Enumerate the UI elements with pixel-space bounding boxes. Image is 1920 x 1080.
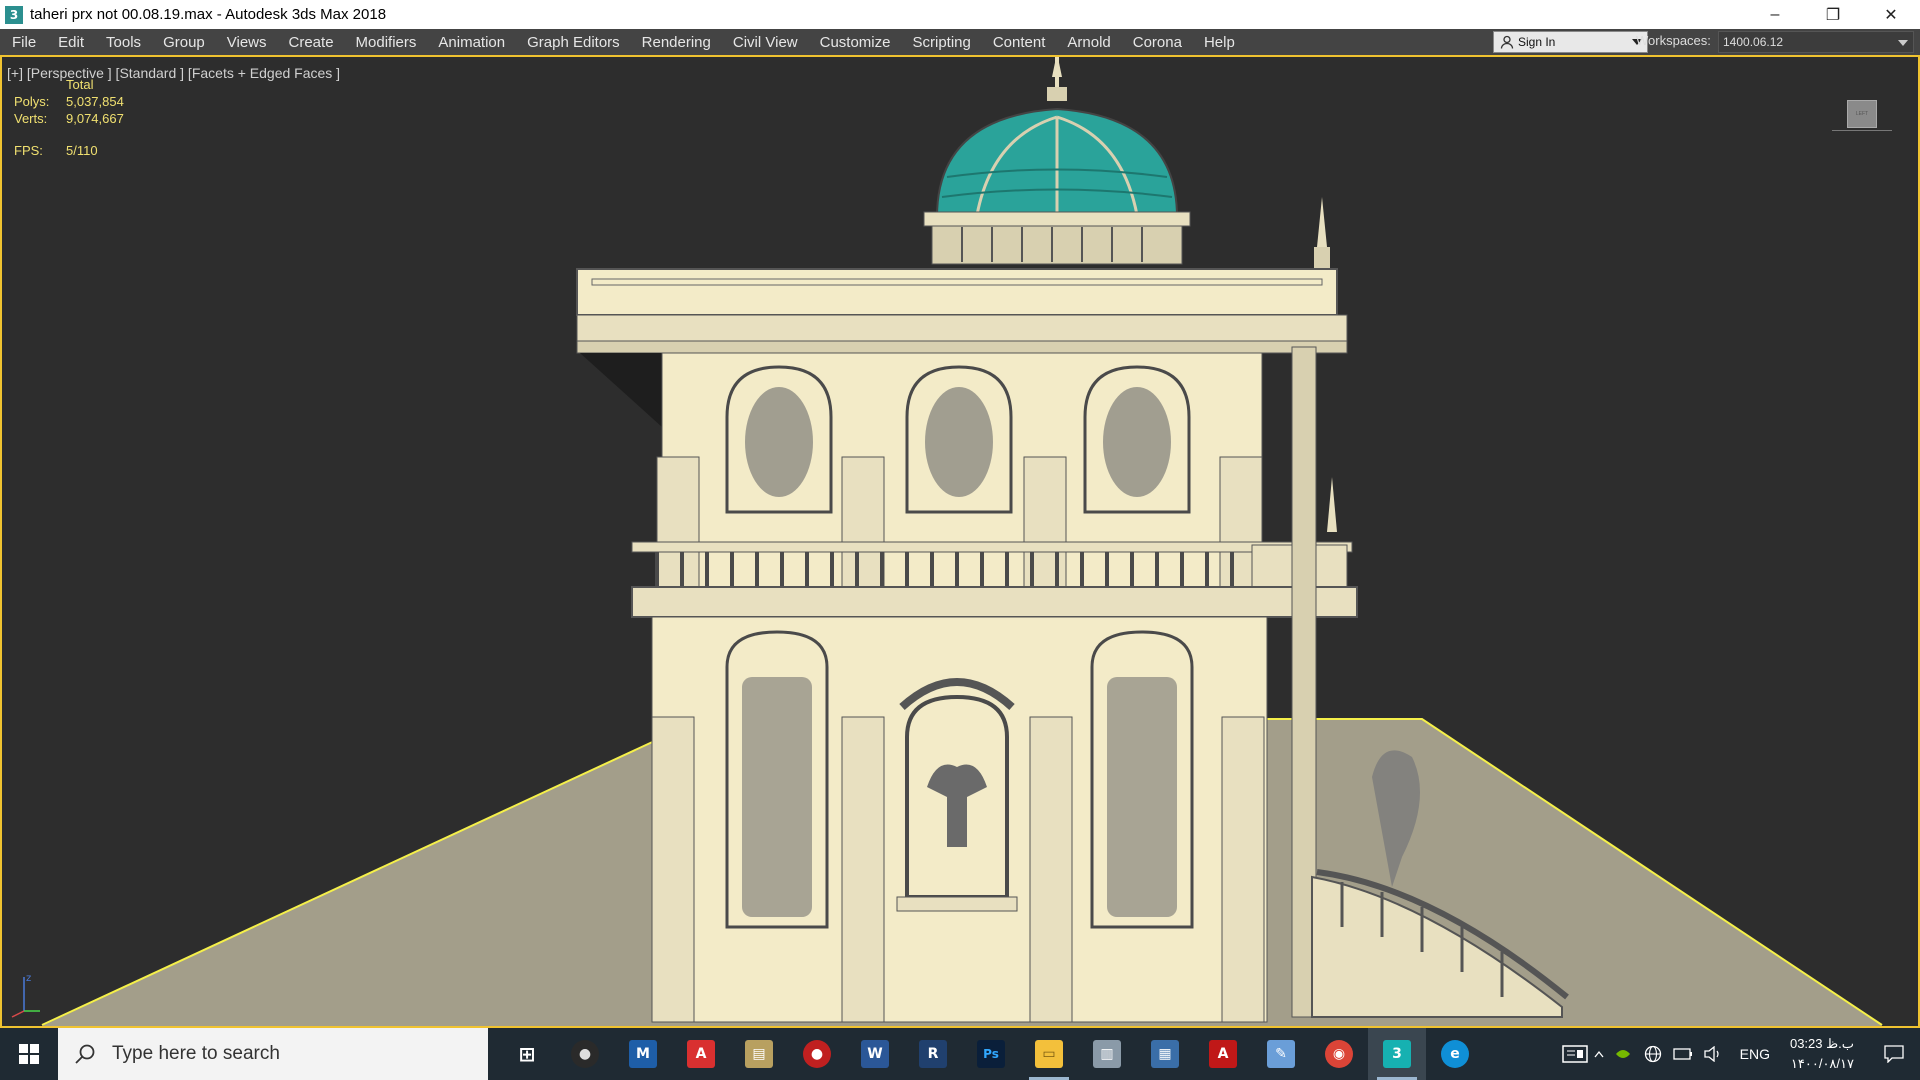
workspaces-label: Workspaces: bbox=[1636, 33, 1711, 48]
clock[interactable]: 03:23 ب.ظ ۱۴۰۰/۰۸/۱۷ bbox=[1782, 1034, 1868, 1074]
taskbar-apps: ⊞ ● M A ▤ ● W R Ps ▭ ▥ ▦ A ✎ ◉ 3 e bbox=[498, 1028, 1484, 1080]
menu-animation[interactable]: Animation bbox=[427, 29, 516, 55]
viewport-statistics: Total Polys: 5,037,854 Verts: 9,074,667 … bbox=[14, 77, 214, 197]
menu-graph-editors[interactable]: Graph Editors bbox=[516, 29, 631, 55]
pdf-reader-icon[interactable]: A bbox=[672, 1028, 730, 1080]
autocad-icon[interactable]: A bbox=[1194, 1028, 1252, 1080]
clock-time: 03:23 ب.ظ bbox=[1789, 1036, 1854, 1051]
chrome-icon[interactable]: ◉ bbox=[1310, 1028, 1368, 1080]
taskbar-search-box[interactable]: Type here to search bbox=[58, 1028, 488, 1080]
globe-icon[interactable] bbox=[1638, 1028, 1668, 1080]
3ds-max-icon[interactable]: 3 bbox=[1368, 1028, 1426, 1080]
word-icon[interactable]: W bbox=[846, 1028, 904, 1080]
search-icon bbox=[75, 1044, 95, 1064]
sign-in-label: Sign In bbox=[1518, 35, 1556, 49]
file-explorer-icon[interactable]: ▭ bbox=[1020, 1028, 1078, 1080]
volume-icon[interactable] bbox=[1698, 1028, 1728, 1080]
calculator-icon[interactable]: ▦ bbox=[1136, 1028, 1194, 1080]
news-icon[interactable] bbox=[1560, 1028, 1590, 1080]
menu-scripting[interactable]: Scripting bbox=[901, 29, 981, 55]
windows-logo-icon bbox=[19, 1044, 39, 1064]
minimize-button[interactable]: – bbox=[1746, 0, 1804, 29]
cornice bbox=[576, 268, 1338, 316]
menu-group[interactable]: Group bbox=[152, 29, 216, 55]
maxon-icon[interactable]: M bbox=[614, 1028, 672, 1080]
menu-views[interactable]: Views bbox=[216, 29, 278, 55]
stats-fps-value: 5/110 bbox=[66, 143, 98, 158]
menu-rendering[interactable]: Rendering bbox=[631, 29, 722, 55]
axis-tripod-icon: z bbox=[11, 973, 40, 1018]
stats-total-label: Total bbox=[66, 77, 94, 92]
stats-verts-value: 9,074,667 bbox=[66, 111, 124, 126]
task-view-icon[interactable]: ⊞ bbox=[498, 1028, 556, 1080]
nvidia-icon[interactable] bbox=[1608, 1028, 1638, 1080]
workspaces-select[interactable]: 1400.06.12 bbox=[1718, 31, 1914, 53]
menu-file[interactable]: File bbox=[0, 29, 47, 55]
battery-icon[interactable] bbox=[1668, 1028, 1698, 1080]
window-controls: – ❐ ✕ bbox=[1746, 0, 1920, 29]
workspace-value: 1400.06.12 bbox=[1723, 35, 1784, 49]
notification-icon bbox=[1884, 1045, 1904, 1063]
stats-polys-value: 5,037,854 bbox=[66, 94, 124, 109]
system-tray: ENG 03:23 ب.ظ ۱۴۰۰/۰۸/۱۷ bbox=[1560, 1028, 1920, 1080]
news-widget-icon bbox=[1561, 1045, 1588, 1063]
scanner-icon[interactable]: ▥ bbox=[1078, 1028, 1136, 1080]
menu-tools[interactable]: Tools bbox=[95, 29, 152, 55]
menu-customize[interactable]: Customize bbox=[809, 29, 902, 55]
viewcube[interactable]: LEFT bbox=[1847, 100, 1877, 128]
viewcube-compass[interactable] bbox=[1832, 130, 1892, 131]
3dsmax-app-icon[interactable]: 3 bbox=[5, 5, 23, 24]
menu-help[interactable]: Help bbox=[1193, 29, 1246, 55]
record-icon[interactable]: ● bbox=[788, 1028, 846, 1080]
stats-verts-label: Verts: bbox=[14, 111, 48, 126]
stats-polys-label: Polys: bbox=[14, 94, 50, 109]
scene-model[interactable] bbox=[2, 57, 1918, 1026]
menu-modifiers[interactable]: Modifiers bbox=[345, 29, 428, 55]
clock-date: ۱۴۰۰/۰۸/۱۷ bbox=[1790, 1056, 1854, 1071]
restore-button[interactable]: ❐ bbox=[1804, 0, 1862, 29]
window-title: taheri prx not 00.08.19.max - Autodesk 3… bbox=[30, 6, 387, 23]
balcony-rail-top bbox=[631, 541, 1353, 553]
paint-icon[interactable]: ✎ bbox=[1252, 1028, 1310, 1080]
menu-arnold[interactable]: Arnold bbox=[1056, 29, 1121, 55]
menu-civil-view[interactable]: Civil View bbox=[722, 29, 809, 55]
chevron-up-icon[interactable] bbox=[1590, 1028, 1608, 1080]
balcony-slab bbox=[631, 586, 1358, 618]
notification-center-button[interactable] bbox=[1868, 1028, 1920, 1080]
menu-content[interactable]: Content bbox=[982, 29, 1057, 55]
perspective-viewport[interactable]: [+] [Perspective ] [Standard ] [Facets +… bbox=[0, 55, 1920, 1028]
windows-taskbar: Type here to search ⊞ ● M A ▤ ● W R Ps ▭… bbox=[0, 1028, 1920, 1080]
dome bbox=[923, 57, 1191, 265]
stats-fps-label: FPS: bbox=[14, 143, 43, 158]
menu-create[interactable]: Create bbox=[278, 29, 345, 55]
user-icon bbox=[1500, 35, 1514, 49]
input-language[interactable]: ENG bbox=[1728, 1046, 1782, 1062]
sign-in-dropdown[interactable]: Sign In bbox=[1493, 31, 1648, 53]
close-button[interactable]: ✕ bbox=[1862, 0, 1920, 29]
edge-icon[interactable]: e bbox=[1426, 1028, 1484, 1080]
menu-edit[interactable]: Edit bbox=[47, 29, 95, 55]
obs-icon[interactable]: ● bbox=[556, 1028, 614, 1080]
title-bar: 3 taheri prx not 00.08.19.max - Autodesk… bbox=[0, 0, 1920, 29]
chevron-down-icon bbox=[1898, 40, 1908, 46]
revit-icon[interactable]: R bbox=[904, 1028, 962, 1080]
books-icon[interactable]: ▤ bbox=[730, 1028, 788, 1080]
axis-z-label: z bbox=[26, 973, 31, 984]
spire-mid bbox=[1327, 477, 1337, 532]
spire-top bbox=[1317, 197, 1327, 247]
menu-corona[interactable]: Corona bbox=[1122, 29, 1193, 55]
photoshop-icon[interactable]: Ps bbox=[962, 1028, 1020, 1080]
start-button[interactable] bbox=[0, 1028, 58, 1080]
search-placeholder: Type here to search bbox=[112, 1043, 280, 1064]
